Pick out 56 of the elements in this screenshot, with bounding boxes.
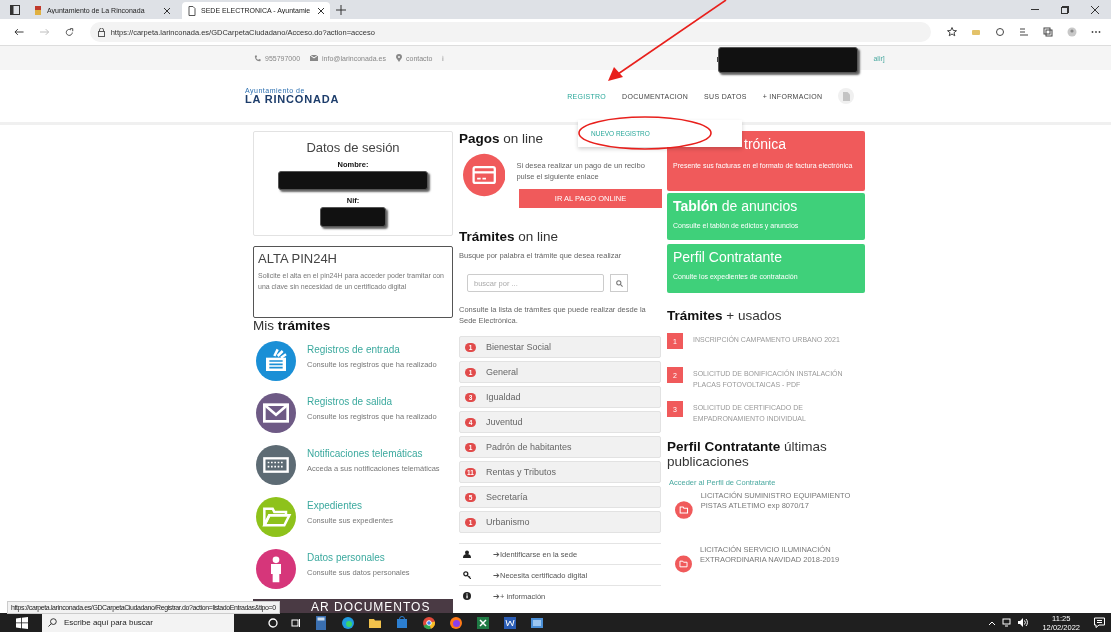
search-button[interactable]	[610, 274, 628, 292]
redaction-bar	[320, 207, 386, 227]
favorites-icon[interactable]	[1019, 27, 1029, 37]
search-icon	[48, 618, 57, 627]
info-icon	[463, 592, 471, 600]
section-heading: Trámites on line	[459, 229, 559, 244]
crest-icon	[34, 6, 42, 15]
close-icon[interactable]	[164, 7, 170, 14]
mail-icon	[310, 55, 319, 61]
card-title: ALTA PIN24H	[258, 251, 338, 266]
caret-icon[interactable]	[988, 619, 997, 626]
chrome-icon[interactable]	[422, 615, 436, 630]
collections-icon[interactable]	[1043, 27, 1053, 37]
section-heading: Perfil Contratante últimas publicaciones	[667, 439, 828, 469]
browser-icon[interactable]	[341, 615, 355, 630]
volume-icon[interactable]	[1018, 618, 1029, 627]
section-heading: Mis trámites	[253, 318, 331, 333]
windows-start-icon[interactable]	[16, 616, 28, 629]
phone-icon	[254, 54, 261, 62]
calculator-icon[interactable]	[314, 615, 328, 630]
page-icon	[188, 5, 196, 16]
store-icon[interactable]	[395, 615, 409, 630]
procedure-link[interactable]: Datos personales	[307, 552, 410, 563]
profile-icon[interactable]	[1067, 27, 1077, 37]
card-title: Datos de sesión	[306, 140, 400, 155]
back-icon[interactable]	[14, 28, 24, 36]
reload-icon[interactable]	[65, 27, 74, 37]
network-icon[interactable]	[1002, 618, 1013, 627]
user-icon	[463, 550, 471, 558]
section-heading: Trámites + usados	[667, 308, 782, 323]
section-heading: Pagos on line	[459, 131, 544, 146]
new-tab-icon[interactable]	[336, 4, 346, 15]
app-tile-icon[interactable]	[530, 615, 544, 630]
cortana-icon[interactable]	[268, 617, 278, 628]
lock-icon	[97, 27, 105, 37]
search-icon	[615, 279, 623, 287]
task-view-icon[interactable]	[291, 617, 301, 628]
spreadsheet-icon[interactable]	[476, 615, 490, 630]
document-icon	[842, 91, 850, 101]
close-icon[interactable]	[1091, 5, 1099, 14]
star-icon[interactable]	[947, 27, 957, 37]
logo-title: LA RINCONADA	[245, 94, 340, 105]
procedure-link[interactable]: Notificaciones telemáticas	[307, 448, 440, 459]
restore-icon[interactable]	[1061, 5, 1069, 14]
tab-actions-icon[interactable]	[10, 4, 20, 15]
notifications-icon[interactable]	[1094, 617, 1105, 628]
refresh-icon[interactable]	[995, 27, 1005, 37]
document-icon[interactable]	[503, 615, 517, 630]
minimize-icon[interactable]	[1031, 8, 1039, 11]
procedure-link[interactable]: Registros de salida	[307, 396, 437, 407]
procedure-link[interactable]: Registros de entrada	[307, 344, 437, 355]
credit-card-icon	[463, 153, 506, 197]
map-pin-icon	[396, 54, 402, 62]
procedure-link[interactable]: Expedientes	[307, 500, 393, 511]
close-icon[interactable]	[318, 7, 324, 14]
firefox-icon[interactable]	[449, 615, 463, 630]
